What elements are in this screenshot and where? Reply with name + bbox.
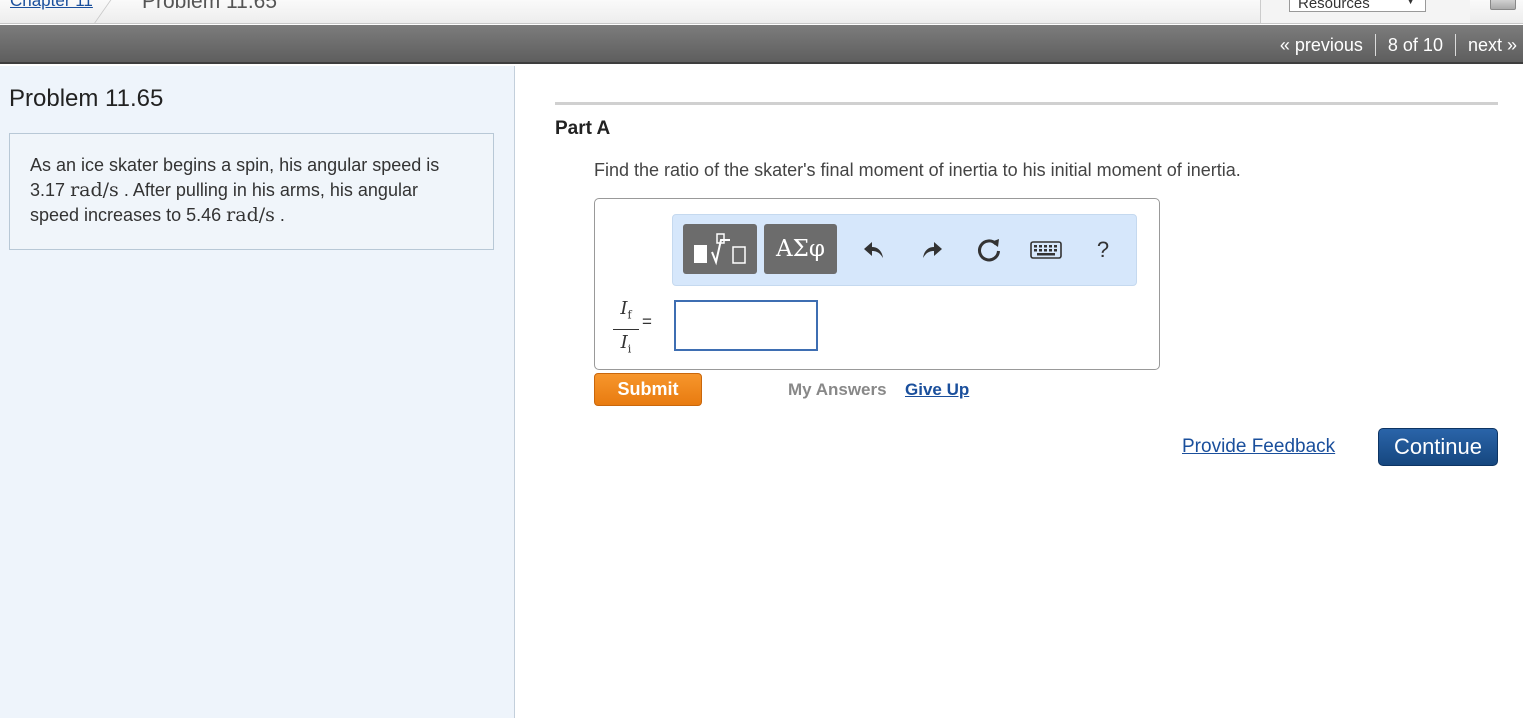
math-toolbar: ΑΣφ ? bbox=[672, 214, 1137, 286]
give-up-link[interactable]: Give Up bbox=[905, 380, 969, 400]
final-speed-value: 5.46 bbox=[186, 205, 222, 225]
denominator-symbol: I bbox=[620, 331, 628, 353]
chevron-down-icon: ▼ bbox=[1406, 0, 1415, 6]
denominator-subscript: i bbox=[627, 342, 632, 356]
problem-title: Problem 11.65 bbox=[9, 85, 164, 112]
breadcrumb-separator bbox=[93, 0, 116, 23]
continue-button[interactable]: Continue bbox=[1378, 428, 1498, 466]
unit-rad-per-s: rad/s bbox=[70, 179, 119, 201]
provide-feedback-link[interactable]: Provide Feedback bbox=[1182, 436, 1335, 458]
breadcrumb-current: Problem 11.65 bbox=[142, 0, 278, 13]
part-divider bbox=[555, 102, 1498, 105]
answer-area: ΑΣφ ? If Ii = bbox=[594, 198, 1160, 370]
greek-letters-button[interactable]: ΑΣφ bbox=[764, 224, 837, 274]
greek-letters-icon: ΑΣφ bbox=[776, 236, 825, 262]
breadcrumb-chapter-link[interactable]: Chapter 11 bbox=[10, 0, 93, 11]
submit-button[interactable]: Submit bbox=[594, 373, 702, 406]
resources-dropdown[interactable]: Resources ▼ bbox=[1289, 0, 1426, 12]
next-link[interactable]: next » bbox=[1468, 35, 1517, 56]
print-icon[interactable] bbox=[1490, 0, 1516, 10]
redo-icon bbox=[923, 242, 942, 258]
reset-icon bbox=[978, 239, 1000, 262]
part-label: Part A bbox=[555, 118, 611, 139]
help-icon: ? bbox=[1096, 237, 1110, 262]
question-text: Find the ratio of the skater's final mom… bbox=[594, 160, 1241, 180]
redo-button[interactable] bbox=[917, 235, 947, 265]
nav-divider bbox=[1374, 34, 1376, 56]
initial-speed-value: 3.17 bbox=[30, 180, 66, 200]
answer-input[interactable] bbox=[674, 300, 818, 351]
undo-icon bbox=[864, 242, 883, 258]
undo-button[interactable] bbox=[859, 235, 889, 265]
top-breadcrumb-bar: Chapter 11 Problem 11.65 Resources ▼ bbox=[0, 0, 1523, 24]
reset-button[interactable] bbox=[974, 235, 1004, 265]
statement-text: speed increases to bbox=[30, 205, 182, 225]
unit-rad-per-s: rad/s bbox=[226, 204, 275, 226]
keyboard-icon bbox=[1030, 241, 1062, 259]
resources-dropdown-value: Resources bbox=[1298, 0, 1370, 12]
my-answers-label: My Answers bbox=[788, 380, 887, 399]
problem-statement: As an ice skater begins a spin, his angu… bbox=[9, 133, 494, 250]
problem-pager: « previous 8 of 10 next » bbox=[1280, 34, 1517, 56]
statement-text: . bbox=[279, 205, 285, 225]
ratio-label: If Ii bbox=[613, 299, 639, 359]
previous-link[interactable]: « previous bbox=[1280, 35, 1363, 56]
problem-nav-bar: « previous 8 of 10 next » bbox=[0, 25, 1523, 64]
equals-sign: = bbox=[642, 312, 652, 331]
templates-button[interactable] bbox=[683, 224, 757, 274]
nav-divider bbox=[1454, 34, 1456, 56]
numerator-symbol: I bbox=[620, 298, 628, 319]
help-button[interactable]: ? bbox=[1088, 235, 1118, 265]
statement-text: As an ice skater begins a spin, his angu… bbox=[30, 155, 440, 175]
page-position: 8 of 10 bbox=[1387, 34, 1443, 55]
numerator-subscript: f bbox=[627, 308, 632, 322]
templates-icon bbox=[694, 233, 746, 266]
keyboard-button[interactable] bbox=[1029, 235, 1063, 265]
statement-text: . After pulling in his arms, his angular bbox=[123, 180, 418, 200]
problem-panel: Problem 11.65 As an ice skater begins a … bbox=[0, 66, 515, 718]
fraction-bar bbox=[613, 328, 639, 330]
